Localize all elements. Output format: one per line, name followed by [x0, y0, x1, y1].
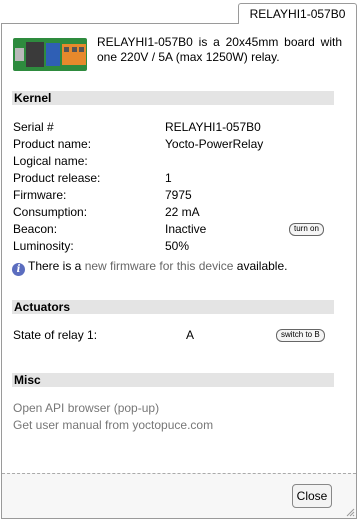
dialog-footer: Close	[2, 473, 356, 518]
row-value: RELAYHI1-057B0	[165, 120, 261, 134]
row-value: 1	[165, 171, 172, 185]
device-description: RELAYHI1-057B0 is a 20x45mm board with o…	[97, 35, 342, 64]
user-manual-link[interactable]: Get user manual from yoctopuce.com	[13, 417, 213, 433]
row-label: Firmware:	[13, 188, 67, 202]
row-label: Product name:	[13, 137, 92, 151]
device-panel: RELAYHI1-057B0 is a 20x45mm board with o…	[1, 23, 357, 519]
firmware-notice-prefix: There is a	[28, 259, 82, 273]
kernel-row-luminosity: Luminosity: 50%	[13, 238, 335, 255]
kernel-row-beacon: Beacon: Inactive turn on	[13, 221, 335, 238]
actuator-row-relay1: State of relay 1: A switch to B	[13, 327, 335, 344]
section-kernel: Kernel	[12, 91, 334, 105]
beacon-turn-on-button[interactable]: turn on	[289, 223, 324, 236]
new-firmware-link[interactable]: new firmware for this device	[85, 259, 234, 273]
row-value: 50%	[165, 239, 190, 253]
row-value: Yocto-PowerRelay	[165, 137, 264, 151]
kernel-row-firmware: Firmware: 7975	[13, 187, 335, 204]
row-value: Inactive	[165, 222, 207, 236]
firmware-notice-suffix: available.	[236, 259, 288, 273]
device-image	[13, 38, 87, 71]
kernel-row-consumption: Consumption: 22 mA	[13, 204, 335, 221]
section-misc: Misc	[12, 373, 334, 387]
firmware-notice: i There is a new firmware for this device…	[12, 258, 287, 276]
kernel-row-logical-name: Logical name:	[13, 153, 335, 170]
row-label: Logical name:	[13, 154, 88, 168]
row-value: 22 mA	[165, 205, 200, 219]
tab-device[interactable]: RELAYHI1-057B0	[238, 3, 357, 24]
open-api-browser-link[interactable]: Open API browser (pop-up)	[13, 400, 159, 416]
kernel-row-product-release: Product release: 1	[13, 170, 335, 187]
kernel-row-serial: Serial # RELAYHI1-057B0	[13, 119, 335, 136]
close-button[interactable]: Close	[292, 484, 332, 508]
section-actuators: Actuators	[12, 300, 334, 314]
relay-state-value: A	[186, 328, 195, 342]
row-label: Luminosity:	[13, 239, 74, 253]
row-label: Beacon:	[13, 222, 58, 236]
switch-to-b-button[interactable]: switch to B	[276, 329, 325, 342]
row-value: 7975	[165, 188, 192, 202]
info-icon: i	[12, 263, 25, 276]
row-label: State of relay 1:	[13, 328, 98, 342]
row-label: Serial #	[13, 120, 54, 134]
kernel-row-product-name: Product name: Yocto-PowerRelay	[13, 136, 335, 153]
resize-grip-icon[interactable]	[345, 507, 355, 517]
row-label: Consumption:	[13, 205, 88, 219]
row-label: Product release:	[13, 171, 101, 185]
